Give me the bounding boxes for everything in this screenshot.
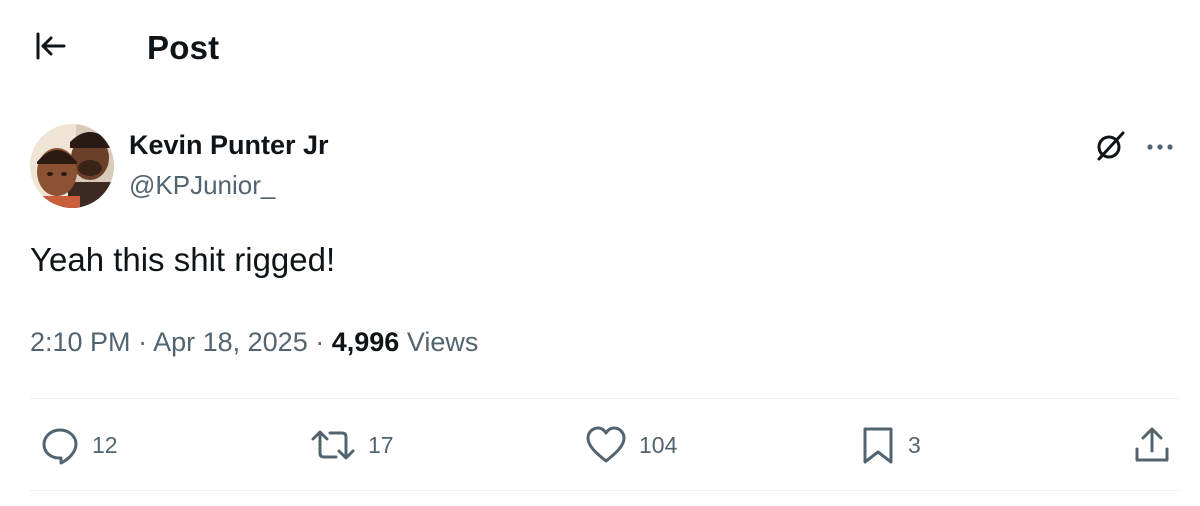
more-options-button[interactable] [1140,128,1180,168]
profile-photo [30,124,114,208]
divider [30,490,1182,491]
reply-icon [40,425,80,465]
repost-button[interactable]: 17 [310,420,394,470]
post-meta: 2:10 PM · Apr 18, 2025 · 4,996 Views [30,324,478,360]
meta-separator: · [138,327,148,357]
post-text: Yeah this shit rigged! [30,241,336,278]
like-button[interactable]: 104 [585,420,677,470]
reply-button[interactable]: 12 [40,420,118,470]
divider [30,398,1182,399]
page-title: Post [147,29,220,66]
grok-icon [1093,129,1127,168]
repost-count: 17 [368,432,394,458]
more-dots-icon [1145,139,1175,157]
share-button[interactable] [1132,420,1172,470]
author-name[interactable]: Kevin Punter Jr [129,128,329,162]
grok-button[interactable] [1090,128,1130,168]
meta-separator: · [315,327,325,357]
views-label: Views [406,327,479,357]
repost-icon [310,425,356,465]
arrow-left-to-line-icon [33,29,67,68]
views-count: 4,996 [331,327,400,357]
post-time[interactable]: 2:10 PM [30,327,131,357]
bookmark-button[interactable]: 3 [860,420,921,470]
author-handle[interactable]: @KPJunior_ [129,168,275,202]
post-detail-page: Post Kevin Punter Jr @KPJunior_ Yeah thi… [0,0,1200,506]
bookmark-icon [860,425,896,465]
like-count: 104 [639,432,678,458]
heart-icon [585,425,627,465]
share-icon [1132,425,1172,465]
reply-count: 12 [92,432,118,458]
avatar[interactable] [30,124,114,208]
bookmark-count: 3 [908,432,921,458]
post-date[interactable]: Apr 18, 2025 [153,327,308,357]
back-button[interactable] [24,26,76,70]
